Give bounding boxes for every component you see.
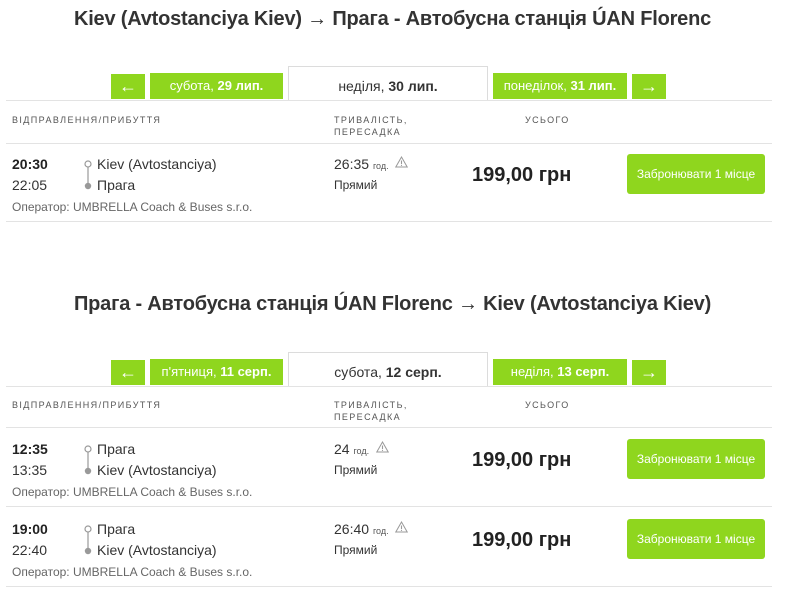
arrow-left-icon: ← <box>119 362 137 382</box>
warning-icon[interactable] <box>395 521 409 533</box>
trip-price: 199,00 грн <box>472 529 572 551</box>
route-title: Прага - Автобусна станція ÚAN Florenc → … <box>73 293 712 315</box>
departure-time: 19:00 <box>12 521 48 537</box>
destination-stop: Kiev (Avtostanciya) <box>97 542 217 558</box>
column-header-departure: Відправлення/прибуття <box>12 400 162 410</box>
arrival-time: 22:40 <box>12 542 48 558</box>
route-line-icon <box>84 445 92 475</box>
trip-divider <box>6 506 772 507</box>
book-seat-button[interactable]: Забронювати 1 місце <box>627 439 765 479</box>
next-date-button[interactable]: → <box>632 74 666 99</box>
departure-time: 20:30 <box>12 156 48 172</box>
tab-next-day[interactable]: неділя, 13 серп. <box>493 359 627 385</box>
trip-row: 20:30 22:05 Kiev (Avtostanciya) Прага Оп… <box>0 144 785 224</box>
date-bar-divider <box>6 100 772 101</box>
arrow-left-icon: ← <box>119 76 137 96</box>
trip-price: 199,00 грн <box>472 449 572 471</box>
transfer-type: Прямий <box>334 178 378 192</box>
origin-stop: Прага <box>97 521 136 537</box>
origin-stop: Kiev (Avtostanciya) <box>97 156 217 172</box>
destination-stop: Прага <box>97 177 136 193</box>
operator-name: Оператор: UMBRELLA Coach & Buses s.r.o. <box>12 565 253 579</box>
trip-row: 12:35 13:35 Прага Kiev (Avtostanciya) Оп… <box>0 429 785 509</box>
tab-previous-day[interactable]: субота, 29 лип. <box>150 73 283 99</box>
return-section: Прага - Автобусна станція ÚAN Florenc → … <box>0 285 785 599</box>
prev-date-button[interactable]: ← <box>111 74 145 99</box>
operator-name: Оператор: UMBRELLA Coach & Buses s.r.o. <box>12 200 253 214</box>
header-divider <box>6 427 772 428</box>
column-header-total: Усього <box>525 115 570 125</box>
book-seat-button[interactable]: Забронювати 1 місце <box>627 519 765 559</box>
book-seat-button[interactable]: Забронювати 1 місце <box>627 154 765 194</box>
trip-divider <box>6 221 772 222</box>
route-line-icon <box>84 525 92 555</box>
date-selector: ← п'ятниця, 11 серп. субота, 12 серп. не… <box>0 352 785 386</box>
arrow-right-icon: → <box>640 76 658 96</box>
trip-duration: 26:40 год. <box>334 521 409 537</box>
date-selector: ← субота, 29 лип. неділя, 30 лип. понеді… <box>0 66 785 100</box>
prev-date-button[interactable]: ← <box>111 360 145 385</box>
column-header-total: Усього <box>525 400 570 410</box>
tab-current-day[interactable]: неділя, 30 лип. <box>288 66 488 100</box>
tab-previous-day[interactable]: п'ятниця, 11 серп. <box>150 359 283 385</box>
outbound-section: Kiev (Avtostanciya Kiev) → Прага - Автоб… <box>0 0 785 225</box>
column-header-duration: Тривалість, пересадка <box>334 400 408 422</box>
destination-stop: Kiev (Avtostanciya) <box>97 462 217 478</box>
trip-duration: 24 год. <box>334 441 390 457</box>
tab-next-day[interactable]: понеділок, 31 лип. <box>493 73 627 99</box>
trip-duration: 26:35 год. <box>334 156 409 172</box>
date-bar-divider <box>6 386 772 387</box>
operator-name: Оператор: UMBRELLA Coach & Buses s.r.o. <box>12 485 253 499</box>
warning-icon[interactable] <box>376 441 390 453</box>
arrow-right-icon: → <box>640 362 658 382</box>
transfer-type: Прямий <box>334 543 378 557</box>
transfer-type: Прямий <box>334 463 378 477</box>
arrival-time: 13:35 <box>12 462 48 478</box>
warning-icon[interactable] <box>395 156 409 168</box>
next-date-button[interactable]: → <box>632 360 666 385</box>
trip-price: 199,00 грн <box>472 164 572 186</box>
route-title: Kiev (Avtostanciya Kiev) → Прага - Автоб… <box>73 8 712 30</box>
trip-divider <box>6 586 772 587</box>
departure-time: 12:35 <box>12 441 48 457</box>
origin-stop: Прага <box>97 441 136 457</box>
column-header-duration: Тривалість, пересадка <box>334 115 408 137</box>
tab-current-day[interactable]: субота, 12 серп. <box>288 352 488 386</box>
column-header-departure: Відправлення/прибуття <box>12 115 162 125</box>
trip-row: 19:00 22:40 Прага Kiev (Avtostanciya) Оп… <box>0 509 785 589</box>
route-line-icon <box>84 160 92 190</box>
arrival-time: 22:05 <box>12 177 48 193</box>
